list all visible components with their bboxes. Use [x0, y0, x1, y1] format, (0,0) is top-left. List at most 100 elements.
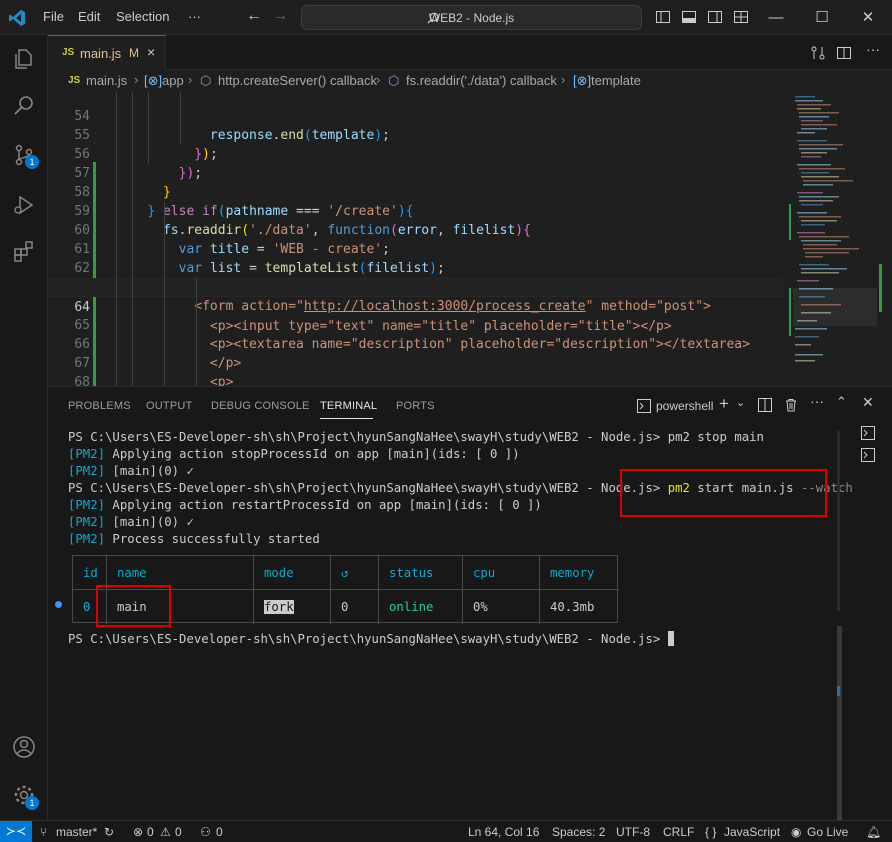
- toggle-sidebar-icon[interactable]: [655, 9, 671, 25]
- code-line: 68 <input type="submit">: [48, 354, 783, 386]
- indent-guide: [148, 92, 149, 164]
- indentation[interactable]: Spaces: 2: [552, 825, 605, 839]
- tab-main-js[interactable]: JS main.js M ×: [48, 35, 166, 70]
- menu-selection[interactable]: Selection: [116, 9, 169, 24]
- breadcrumb-function-icon: ⬡: [200, 73, 212, 88]
- highlight-box-name: [96, 585, 171, 627]
- breadcrumb-file[interactable]: main.js: [86, 73, 127, 88]
- remote-indicator-icon[interactable]: ≻≺: [0, 821, 32, 842]
- toggle-panel-icon[interactable]: [681, 9, 697, 25]
- close-panel-icon[interactable]: ✕: [862, 394, 874, 412]
- table-cell-memory: 40.3mb: [550, 600, 595, 614]
- breadcrumb-chevron-icon: ›: [376, 72, 381, 87]
- chevron-down-icon[interactable]: ⌄: [736, 396, 745, 414]
- tab-problems[interactable]: PROBLEMS: [68, 400, 131, 412]
- code-line: 57 }: [48, 145, 783, 200]
- code-line: 54 response.end(template);: [48, 92, 783, 143]
- maximize-button[interactable]: ☐: [809, 4, 835, 30]
- vscode-logo-icon: [9, 10, 25, 26]
- tab-output[interactable]: OUTPUT: [146, 400, 192, 412]
- minimap[interactable]: [783, 92, 883, 386]
- terminal-shell-selector[interactable]: powershell: [637, 397, 713, 415]
- table-header-cpu: cpu: [463, 556, 540, 590]
- split-terminal-icon[interactable]: [758, 398, 772, 412]
- back-arrow-icon[interactable]: ←: [246, 7, 262, 25]
- code-line: 67 <p>: [48, 335, 783, 386]
- warning-count[interactable]: 0: [175, 825, 182, 839]
- breadcrumb-callback[interactable]: http.createServer() callback: [218, 73, 377, 88]
- menu-file[interactable]: File: [43, 9, 64, 24]
- run-debug-icon[interactable]: [12, 193, 36, 217]
- terminal-line: [PM2] [main](0) ✓: [68, 464, 194, 478]
- broadcast-icon: ◉: [791, 825, 802, 839]
- breadcrumb-template[interactable]: template: [591, 73, 641, 88]
- code-line: 61 var list = templateList(filelist);: [48, 221, 783, 276]
- maximize-panel-icon[interactable]: ⌃: [836, 394, 847, 412]
- open-changes-icon[interactable]: [810, 45, 826, 61]
- extensions-icon[interactable]: [12, 239, 36, 263]
- terminal-icon: [637, 399, 651, 413]
- code-line: 59 fs.readdir('./data', function(error, …: [48, 183, 783, 238]
- terminal-instance-icon[interactable]: [860, 447, 876, 463]
- breadcrumb-function-icon: ⬡: [388, 73, 400, 88]
- command-center-search[interactable]: WEB2 - Node.js: [301, 5, 642, 30]
- go-live-button[interactable]: Go Live: [807, 825, 848, 839]
- end-of-line[interactable]: CRLF: [663, 825, 694, 839]
- minimize-button[interactable]: —: [763, 4, 789, 30]
- terminal-prompt-line: PS C:\Users\ES-Developer-sh\sh\Project\h…: [68, 631, 674, 648]
- indent-guide: [196, 278, 197, 386]
- toggle-secondary-sidebar-icon[interactable]: [707, 9, 723, 25]
- breadcrumb: JS main.js › [⊗] app › ⬡ http.createServ…: [48, 70, 892, 92]
- tab-modified-indicator: M: [129, 46, 139, 60]
- cursor-position[interactable]: Ln 64, Col 16: [468, 825, 539, 839]
- menu-more[interactable]: ···: [188, 9, 201, 24]
- tab-ports[interactable]: PORTS: [396, 400, 435, 412]
- ports-count[interactable]: 0: [216, 825, 223, 839]
- split-editor-icon[interactable]: [836, 45, 852, 61]
- tab-debug-console[interactable]: DEBUG CONSOLE: [211, 400, 310, 412]
- trash-icon[interactable]: [784, 398, 798, 412]
- tab-terminal[interactable]: TERMINAL: [320, 400, 377, 412]
- editor-scrollbar[interactable]: [879, 92, 892, 386]
- git-branch[interactable]: master*: [56, 825, 97, 839]
- more-actions-icon[interactable]: ···: [866, 41, 882, 57]
- breadcrumb-readdir[interactable]: fs.readdir('./data') callback: [406, 73, 557, 88]
- breadcrumb-chevron-icon: ›: [188, 72, 193, 87]
- terminal-line: [PM2] Applying action restartProcessId o…: [68, 498, 542, 512]
- table-cell-cpu: 0%: [463, 590, 540, 624]
- breadcrumb-app[interactable]: app: [162, 73, 184, 88]
- menu-edit[interactable]: Edit: [78, 9, 100, 24]
- table-cell-mode: fork: [254, 590, 331, 624]
- manage-badge: 1: [25, 796, 39, 810]
- accounts-icon[interactable]: [12, 735, 36, 759]
- highlight-box-command: [620, 469, 827, 517]
- error-count[interactable]: 0: [147, 825, 154, 839]
- terminal-cursor: [667, 631, 674, 646]
- close-window-button[interactable]: ✕: [855, 4, 881, 30]
- table-cell-status: online: [379, 590, 463, 624]
- indent-guide: [116, 92, 117, 386]
- table-header-mode: mode: [254, 556, 331, 590]
- code-line-current: 64 <p><input type="text" name="title" pl…: [48, 278, 783, 334]
- tab-close-icon[interactable]: ×: [147, 44, 155, 60]
- terminal-scrollbar[interactable]: [836, 431, 844, 821]
- mode-value: fork: [264, 600, 294, 614]
- customize-layout-icon[interactable]: [733, 9, 749, 25]
- encoding[interactable]: UTF-8: [616, 825, 650, 839]
- search-sidebar-icon[interactable]: [12, 93, 36, 117]
- code-line: 55 });: [48, 107, 783, 162]
- notifications-bell-icon[interactable]: 🔔︎: [866, 825, 881, 839]
- language-mode[interactable]: JavaScript: [724, 825, 780, 839]
- new-terminal-icon[interactable]: +: [719, 394, 729, 413]
- forward-arrow-icon[interactable]: →: [272, 7, 288, 25]
- breadcrumb-variable-icon: [⊗]: [573, 73, 592, 88]
- explorer-icon[interactable]: [12, 47, 36, 71]
- more-actions-icon[interactable]: ···: [810, 393, 824, 411]
- editor-tab-bar: JS main.js M × ···: [48, 35, 892, 70]
- terminal-instance-icon[interactable]: [860, 425, 876, 441]
- terminal-line: [PM2] Process successfully started: [68, 532, 320, 546]
- code-editor[interactable]: 54 response.end(template); 55 }); 56 });…: [48, 92, 892, 386]
- code-line: 60 var title = 'WEB - create';: [48, 202, 783, 257]
- shell-name: powershell: [656, 399, 714, 413]
- sync-icon[interactable]: ↻: [104, 825, 114, 839]
